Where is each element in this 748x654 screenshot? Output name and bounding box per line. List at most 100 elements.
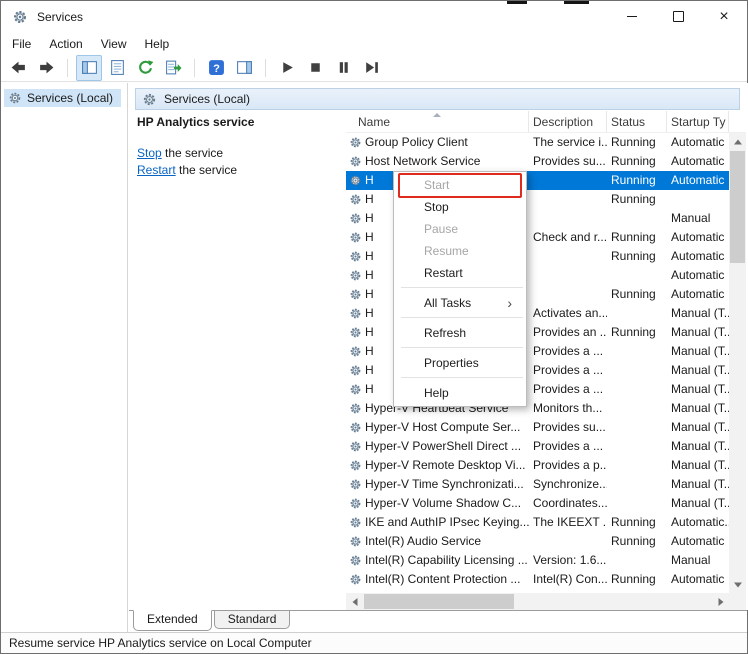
maximize-icon — [672, 11, 684, 22]
service-name-cell: Intel(R) Content Protection ... — [346, 570, 529, 589]
window-title: Services — [37, 10, 84, 24]
menu-separator — [401, 347, 523, 348]
restart-service-icon[interactable] — [358, 55, 384, 81]
service-startup-cell: Manual (T... — [671, 344, 729, 358]
show-console-tree-icon[interactable] — [76, 54, 102, 81]
context-menu-item-refresh[interactable]: Refresh — [394, 322, 526, 344]
column-header-label: Description — [533, 115, 594, 129]
close-button[interactable]: × — [701, 1, 747, 32]
horizontal-scrollbar[interactable] — [346, 593, 729, 610]
service-description-cell: Provides a ... — [533, 363, 604, 377]
menu-view[interactable]: View — [92, 34, 136, 54]
service-name-cell: Intel(R) Audio Service — [346, 532, 529, 551]
service-name-text: H — [365, 325, 374, 339]
service-name-text: H — [365, 306, 374, 320]
refresh-icon[interactable] — [132, 55, 158, 81]
scroll-down-icon[interactable] — [729, 576, 746, 593]
tab-extended[interactable]: Extended — [133, 610, 212, 631]
context-menu-item-pause[interactable]: Pause — [394, 218, 526, 240]
service-startup-cell: Automatic — [671, 287, 725, 301]
minimize-button[interactable] — [609, 1, 655, 32]
column-header-name[interactable]: Name — [346, 111, 529, 132]
service-gear-icon — [349, 193, 362, 206]
service-startup-cell — [667, 190, 729, 209]
service-gear-icon — [349, 516, 362, 529]
context-menu-item-help[interactable]: Help — [394, 382, 526, 404]
service-startup-cell: Automatic — [671, 268, 725, 282]
table-row[interactable]: Hyper-V PowerShell Direct ... Provides a … — [346, 437, 729, 456]
table-row[interactable]: Hyper-V Remote Desktop Vi... Provides a p… — [346, 456, 729, 475]
restart-service-link[interactable]: Restart — [137, 163, 176, 177]
column-header-status[interactable]: Status — [607, 111, 667, 132]
service-description-cell — [529, 532, 607, 551]
menu-file[interactable]: File — [3, 34, 40, 54]
tab-standard[interactable]: Standard — [213, 611, 291, 629]
service-status-cell — [607, 209, 667, 228]
column-header-description[interactable]: Description — [529, 111, 607, 132]
table-row[interactable]: IKE and AuthIP IPsec Keying... The IKEEXT… — [346, 513, 729, 532]
column-header-startup-ty[interactable]: Startup Ty — [667, 111, 729, 132]
service-name-text: H — [365, 249, 374, 263]
table-row[interactable]: Hyper-V Host Compute Ser... Provides su..… — [346, 418, 729, 437]
service-startup-cell: Manual (T... — [671, 382, 729, 396]
table-row[interactable]: Intel(R) Audio Service Running Automatic — [346, 532, 729, 551]
context-menu-item-start[interactable]: Start — [394, 173, 526, 198]
scroll-right-icon[interactable] — [712, 593, 729, 610]
table-row[interactable]: Hyper-V Time Synchronizati... Synchronize… — [346, 475, 729, 494]
service-status-cell — [607, 494, 667, 513]
menu-action[interactable]: Action — [40, 34, 91, 54]
service-name-text: Host Network Service — [365, 154, 481, 168]
service-name-text: Hyper-V PowerShell Direct ... — [365, 439, 522, 453]
service-gear-icon — [349, 554, 362, 567]
vertical-scrollbar-thumb[interactable] — [730, 151, 745, 263]
service-startup-cell: Manual (T... — [671, 458, 729, 472]
column-header-label: Name — [358, 115, 391, 129]
table-row[interactable]: Group Policy Client The service i... Runni… — [346, 133, 729, 152]
service-startup-cell: Automatic — [671, 249, 725, 263]
context-menu-item-resume[interactable]: Resume — [394, 240, 526, 262]
service-startup-cell: Manual — [671, 553, 711, 567]
scroll-up-icon[interactable] — [729, 133, 746, 150]
service-gear-icon — [349, 174, 362, 187]
table-row[interactable]: Intel(R) Capability Licensing ... Version… — [346, 551, 729, 570]
export-list-icon[interactable] — [160, 55, 186, 81]
service-description-cell: Provides a p... — [533, 458, 607, 472]
service-status-cell — [607, 437, 667, 456]
menu-help[interactable]: Help — [136, 34, 179, 54]
start-service-icon[interactable] — [274, 55, 300, 81]
help-icon[interactable]: ? — [203, 55, 229, 81]
back-icon[interactable] — [5, 55, 31, 81]
service-name-text: H — [365, 192, 374, 206]
submenu-arrow-icon: › — [507, 295, 512, 311]
tree-item-services-local[interactable]: Services (Local) — [4, 89, 122, 107]
maximize-button[interactable] — [655, 1, 701, 32]
sort-ascending-icon — [433, 113, 441, 117]
scroll-left-icon[interactable] — [346, 593, 363, 610]
service-status-cell — [607, 418, 667, 437]
show-action-pane-icon[interactable] — [231, 55, 257, 81]
service-status-cell — [607, 399, 667, 418]
table-row[interactable]: Host Network Service Provides su... Runnin… — [346, 152, 729, 171]
service-status-cell — [607, 304, 667, 323]
service-description-cell: Check and r... — [533, 230, 607, 244]
service-gear-icon — [349, 231, 362, 244]
context-menu-item-properties[interactable]: Properties — [394, 352, 526, 374]
pause-service-icon[interactable] — [330, 55, 356, 81]
stop-service-link[interactable]: Stop — [137, 146, 162, 160]
properties-icon[interactable] — [104, 55, 130, 81]
context-menu-item-all-tasks[interactable]: All Tasks › — [394, 292, 526, 314]
context-menu-item-restart[interactable]: Restart — [394, 262, 526, 284]
titlebar[interactable]: Services × — [1, 1, 747, 33]
service-description-cell — [529, 247, 607, 266]
context-menu-item-stop[interactable]: Stop — [394, 196, 526, 218]
scrollbar-corner — [729, 593, 746, 610]
vertical-scrollbar[interactable] — [729, 133, 746, 593]
horizontal-scrollbar-thumb[interactable] — [364, 594, 514, 609]
service-name-text: H — [365, 287, 374, 301]
service-startup-cell: Automatic — [671, 135, 725, 149]
table-row[interactable]: Intel(R) Content Protection ... Intel(R) … — [346, 570, 729, 589]
service-status-cell — [607, 475, 667, 494]
forward-icon[interactable] — [33, 55, 59, 81]
table-row[interactable]: Hyper-V Volume Shadow C... Coordinates...… — [346, 494, 729, 513]
stop-service-icon[interactable] — [302, 55, 328, 81]
